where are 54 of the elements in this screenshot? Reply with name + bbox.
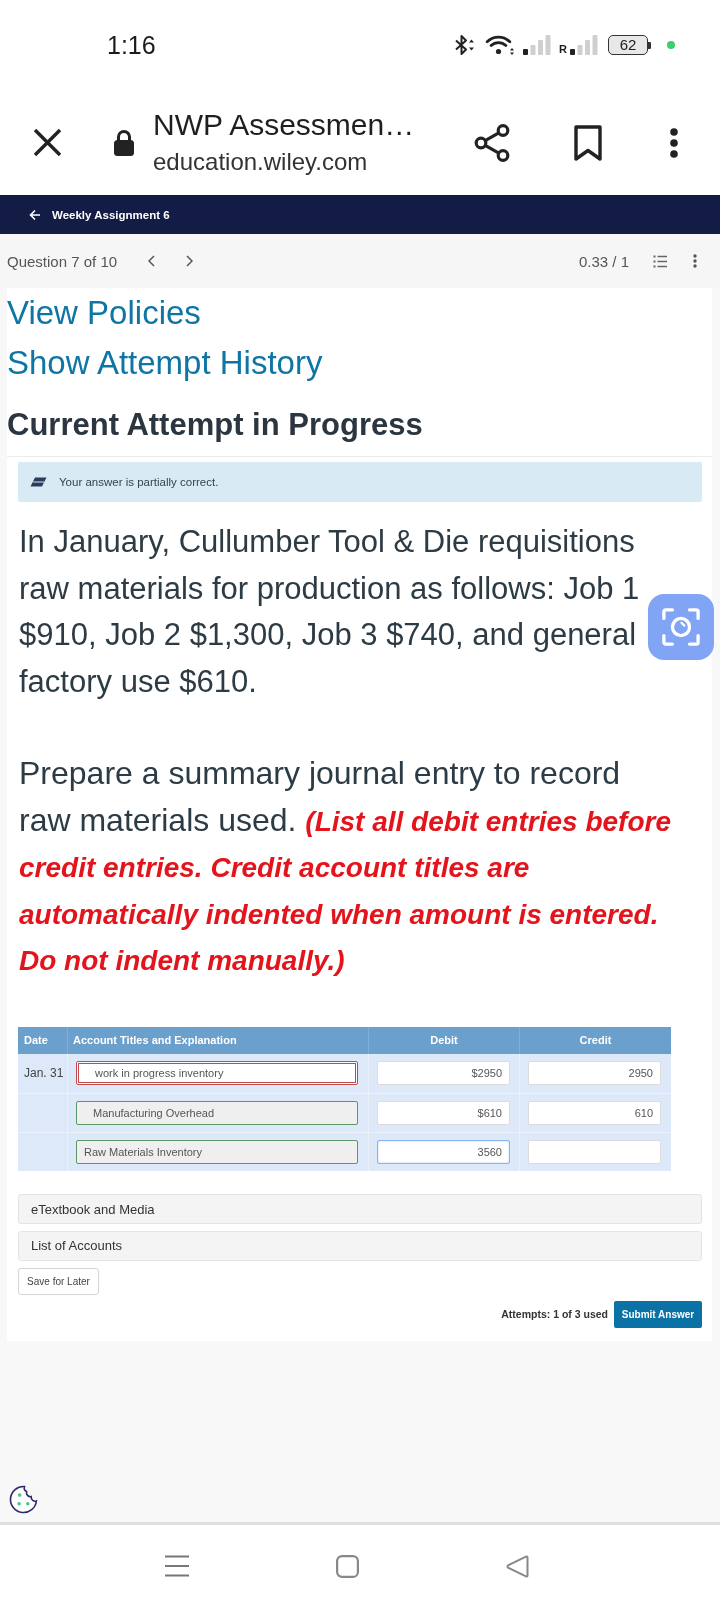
menu-icon[interactable] <box>165 1555 189 1577</box>
status-dot-icon <box>667 41 675 49</box>
close-icon[interactable] <box>33 128 62 157</box>
column-header: Date <box>24 1034 48 1046</box>
feedback-message: Your answer is partially correct. <box>59 476 219 488</box>
section-heading: Current Attempt in Progress <box>7 406 423 444</box>
amount-field[interactable]: $2950 <box>377 1061 510 1085</box>
account-field[interactable]: Manufacturing Overhead <box>76 1100 358 1125</box>
back-link[interactable]: Weekly Assignment 6 <box>29 208 170 221</box>
account-field[interactable]: work in progress inventory <box>76 1061 358 1085</box>
page-title: NWP Assessmen… <box>153 106 415 143</box>
amount-field[interactable] <box>528 1139 661 1164</box>
back-icon[interactable] <box>506 1554 529 1578</box>
question-counter: Question 7 of 10 <box>7 252 118 270</box>
accordion-button[interactable]: List of Accounts <box>18 1230 702 1261</box>
more-options-icon[interactable] <box>693 254 697 268</box>
camera-icon <box>662 608 700 646</box>
bookmark-icon[interactable] <box>574 124 602 161</box>
column-header: Debit <box>430 1034 458 1046</box>
share-icon[interactable] <box>474 123 510 162</box>
chevron-right-icon[interactable] <box>186 255 194 267</box>
policies-link[interactable]: View Policies <box>7 288 201 338</box>
column-header: Account Titles and Explanation <box>73 1034 237 1046</box>
save-button[interactable]: Save for Later <box>18 1267 99 1295</box>
more-options-icon[interactable] <box>670 127 678 158</box>
signal-icon <box>569 34 598 56</box>
submit-button[interactable]: Submit Answer <box>614 1300 702 1328</box>
question-text: In January, Cullumber Tool & Die requisitions raw materials for production as follows: Job 1 $910, Job 2 $1,300, Job 3 $740, and general factory use $610. <box>19 523 641 701</box>
page-url: education.wiley.com <box>153 146 368 177</box>
battery-indicator: 62 <box>608 35 651 55</box>
clock-time: 1:16 <box>107 30 156 60</box>
instruction-text: Prepare a summary journal entry to record raw materials used. (List all debit entries before credit entries. Credit account titles are automatically indented when amount is entered. Do not indent manually.) <box>19 754 672 978</box>
roaming-indicator: R <box>559 43 567 55</box>
attempts-text: Attempts: 1 of 3 used <box>501 1308 608 1320</box>
score-text: 0.33 / 1 <box>578 252 629 270</box>
account-field[interactable]: Raw Materials Inventory <box>76 1139 358 1164</box>
arrow-left-icon <box>29 208 41 221</box>
home-icon[interactable] <box>336 1554 359 1578</box>
chevron-left-icon[interactable] <box>148 255 156 267</box>
amount-field[interactable]: 610 <box>528 1100 661 1125</box>
wifi-icon <box>485 34 516 56</box>
list-icon[interactable] <box>653 254 667 268</box>
bluetooth-icon <box>453 34 476 56</box>
column-header: Credit <box>579 1034 612 1046</box>
accordion-button[interactable]: eTextbook and Media <box>18 1194 702 1224</box>
attempt-history-link[interactable]: Show Attempt History <box>7 338 323 388</box>
lock-icon <box>114 129 134 156</box>
cookie-icon[interactable] <box>9 1484 38 1514</box>
amount-field[interactable]: 2950 <box>528 1061 661 1085</box>
amount-field[interactable]: $610 <box>377 1100 510 1125</box>
date-cell: Jan. 31 <box>24 1066 64 1080</box>
eraser-icon <box>30 477 47 487</box>
amount-field[interactable]: 3560 <box>377 1139 510 1164</box>
signal-icon <box>522 34 552 56</box>
